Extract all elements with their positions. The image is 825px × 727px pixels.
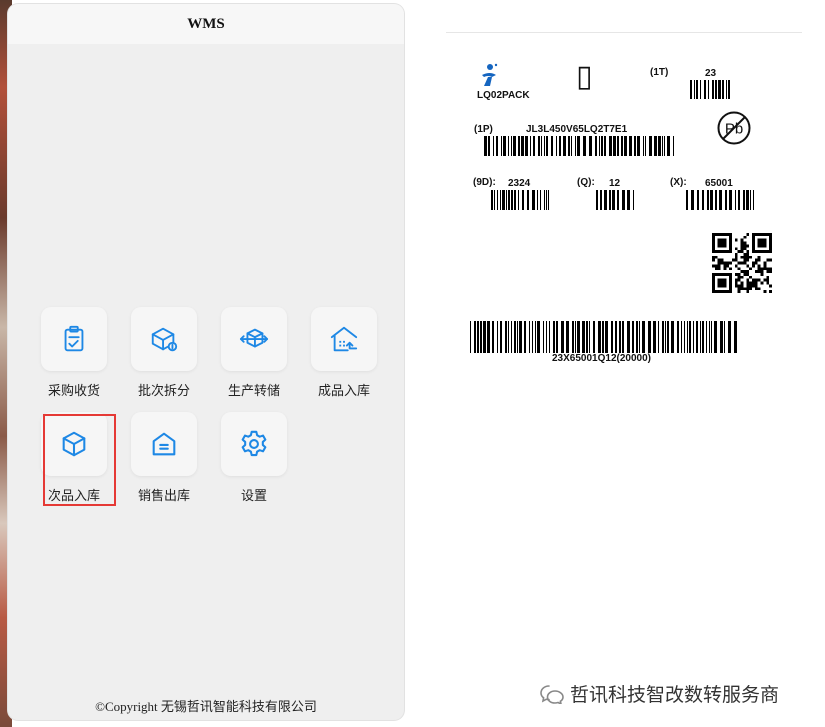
label-value-1t: 23 (705, 68, 717, 79)
menu-tile-finished-goods-in[interactable] (311, 307, 377, 371)
barcode-1t (690, 80, 730, 99)
barcode-q (596, 190, 634, 210)
store-out-icon (152, 432, 176, 456)
menu-label-sales-out: 销售出库 (137, 488, 190, 503)
lead-free-icon: Pb (717, 111, 751, 145)
wechat-watermark: 哲讯科技智改数转服务商 (540, 680, 779, 707)
label-code-x: (X): (670, 177, 687, 188)
barcode-9d (491, 190, 549, 210)
label-code-q: (Q): (577, 177, 595, 188)
brand-logo-icon (482, 63, 498, 86)
menu-tile-batch-split[interactable] (131, 307, 197, 371)
wechat-official-icon (540, 684, 564, 704)
menu-label-finished-goods-in: 成品入库 (317, 383, 370, 398)
label-value-1p: JL3L450V65LQ2T7E1 (526, 124, 628, 135)
label-value-9d: 2324 (508, 178, 531, 189)
gear-icon (241, 430, 267, 457)
menu-tile-sales-out[interactable] (131, 412, 197, 476)
wechat-account-name: 哲讯科技智改数转服务商 (570, 684, 780, 706)
menu-label-production-transfer: 生产转储 (227, 383, 280, 398)
menu-tile-purchase-receipt[interactable] (41, 307, 107, 371)
menu-label-purchase-receipt: 采购收货 (47, 383, 100, 398)
box-split-icon (151, 327, 178, 352)
menu-tile-defective-goods-in[interactable] (41, 412, 107, 476)
qr-code-icon (712, 233, 772, 293)
package-glyph: ▯ (576, 60, 593, 93)
app-title: WMS (8, 4, 404, 44)
clipboard-check-icon (64, 325, 84, 352)
barcode-main (470, 321, 738, 353)
barcode-x (686, 190, 754, 210)
label-code-9d: (9D): (473, 177, 496, 188)
menu-tile-settings[interactable] (221, 412, 287, 476)
label-code-1t: (1T) (650, 67, 669, 78)
lead-free-mark: Pb (725, 121, 743, 138)
warehouse-in-icon (330, 326, 358, 352)
menu-label-batch-split: 批次拆分 (137, 383, 190, 398)
copyright-footer: ©Copyright 无锡哲讯智能科技有限公司 (95, 699, 317, 714)
box-transfer-icon (239, 328, 269, 348)
cube-icon (62, 431, 86, 457)
wms-app-window: WMS 采购收货 批次拆分 生产转储 成品入库 次品入库 销售出库 设置 ©Co… (8, 4, 404, 720)
brand-name: LQ02PACK (477, 90, 530, 101)
menu-label-settings: 设置 (240, 488, 267, 503)
label-code-1p: (1P) (474, 124, 493, 135)
label-bottom-text: 23X65001Q12(20000) (552, 353, 651, 364)
menu-tile-production-transfer[interactable] (221, 307, 287, 371)
menu-label-defective-goods-in: 次品入库 (47, 488, 100, 503)
label-top-divider (446, 32, 802, 33)
label-value-q: 12 (609, 178, 621, 189)
label-value-x: 65001 (705, 178, 733, 189)
barcode-1p (484, 136, 674, 156)
